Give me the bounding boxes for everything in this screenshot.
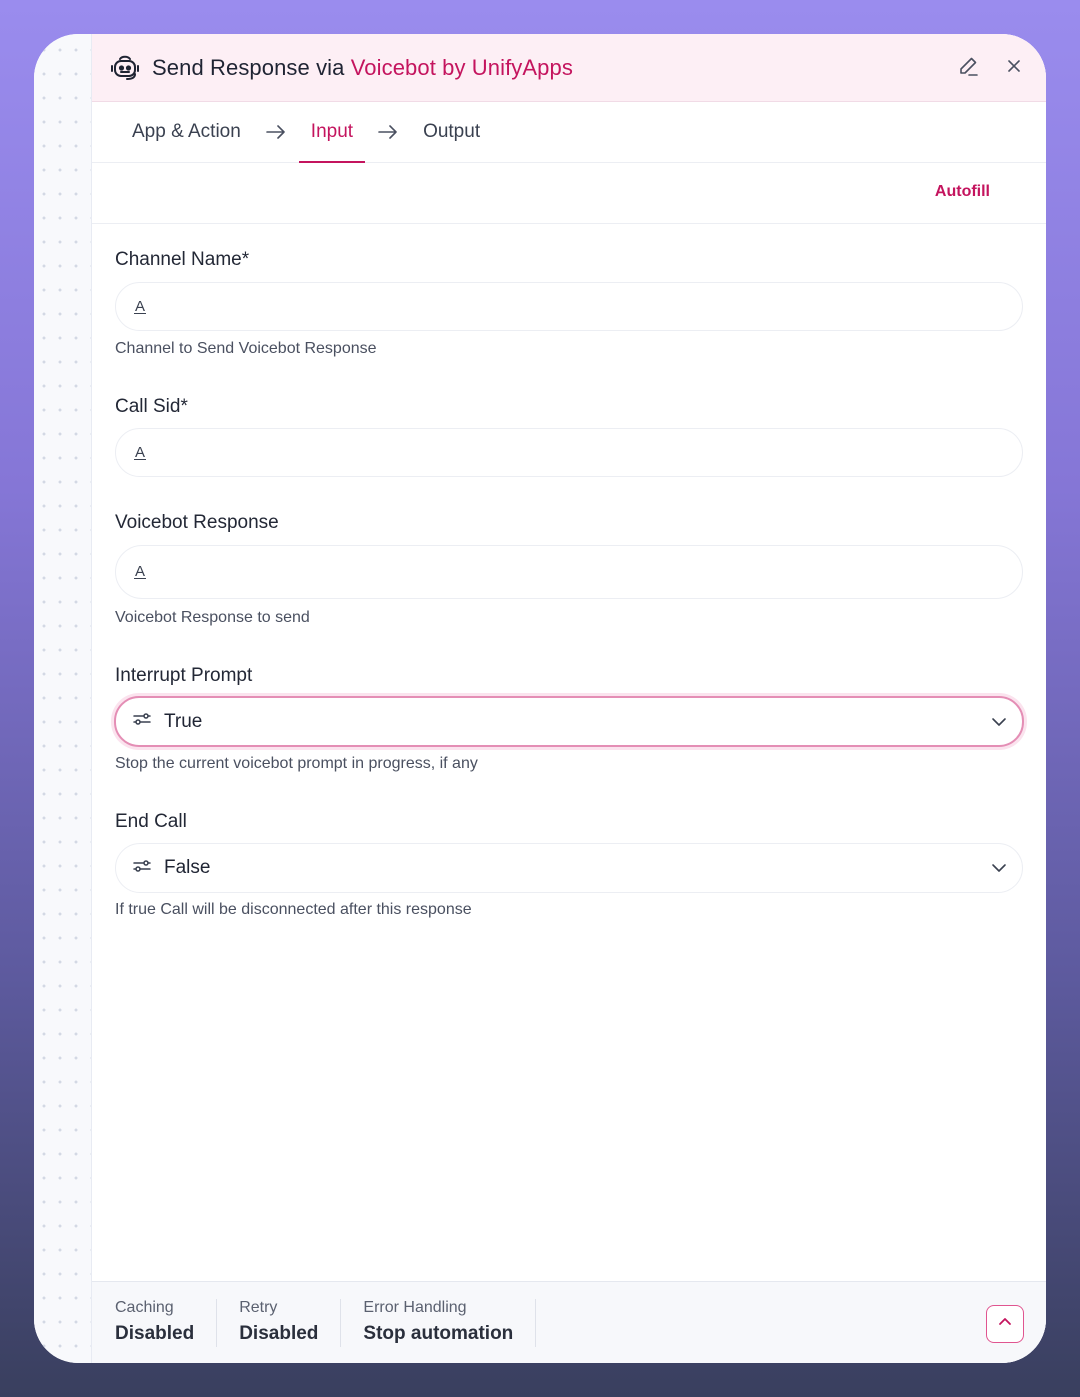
retry-value: Disabled — [239, 1322, 319, 1344]
end-call-label: End Call — [115, 811, 187, 832]
interrupt-prompt-label: Interrupt Prompt — [115, 665, 253, 686]
canvas-dot-grid — [34, 34, 92, 1363]
caching-label: Caching — [115, 1298, 174, 1316]
page-title: Send Response via Voicebot by UnifyApps — [152, 55, 573, 81]
caching-setting[interactable]: Caching Disabled — [115, 1298, 218, 1347]
tab-app-action[interactable]: App & Action — [120, 102, 253, 163]
step-tabs: App & Action Input Output — [92, 102, 1046, 163]
interrupt-prompt-hint: Stop the current voicebot prompt in prog… — [115, 755, 478, 772]
expand-footer-button[interactable] — [986, 1305, 1024, 1343]
caching-value: Disabled — [115, 1322, 195, 1344]
voicebot-response-label: Voicebot Response — [115, 512, 279, 533]
error-handling-setting[interactable]: Error Handling Stop automation — [363, 1298, 537, 1347]
interrupt-prompt-value: True — [164, 710, 203, 732]
end-call-value: False — [164, 857, 211, 878]
chevron-down-icon — [990, 713, 1008, 736]
text-type-icon: A — [134, 563, 147, 580]
app-window: Send Response via Voicebot by UnifyApps … — [34, 34, 1046, 1363]
title-prefix: Send Response via — [152, 54, 351, 80]
autofill-button[interactable]: Autofill — [935, 183, 990, 201]
channel-name-label: Channel Name* — [115, 249, 250, 270]
voicebot-response-input[interactable]: A — [115, 545, 1023, 599]
options-icon — [132, 711, 152, 732]
channel-name-hint: Channel to Send Voicebot Response — [115, 340, 377, 357]
tab-input[interactable]: Input — [298, 102, 366, 163]
voicebot-response-hint: Voicebot Response to send — [115, 609, 310, 626]
interrupt-prompt-select[interactable]: True — [114, 696, 1024, 747]
end-call-hint: If true Call will be disconnected after … — [115, 901, 472, 918]
arrow-right-icon — [265, 124, 287, 140]
end-call-select[interactable]: False — [115, 843, 1023, 893]
chevron-down-icon — [990, 859, 1008, 882]
channel-name-input[interactable]: A — [115, 282, 1023, 331]
close-icon[interactable] — [1002, 54, 1026, 78]
autofill-bar: Autofill — [92, 163, 1046, 224]
settings-footer: Caching Disabled Retry Disabled Error Ha… — [92, 1281, 1046, 1363]
options-icon — [132, 858, 152, 879]
call-sid-label: Call Sid* — [115, 396, 188, 417]
retry-setting[interactable]: Retry Disabled — [239, 1298, 342, 1347]
text-type-icon: A — [134, 443, 147, 461]
bot-icon — [108, 51, 142, 85]
error-handling-value: Stop automation — [363, 1322, 514, 1344]
call-sid-input[interactable]: A — [115, 428, 1023, 477]
arrow-right-icon — [377, 124, 399, 140]
title-brand: Voicebot by UnifyApps — [350, 54, 573, 80]
text-type-icon: A — [134, 297, 147, 315]
step-config-panel: Send Response via Voicebot by UnifyApps … — [92, 34, 1046, 1363]
retry-label: Retry — [239, 1298, 278, 1316]
edit-icon[interactable] — [956, 54, 980, 78]
panel-header: Send Response via Voicebot by UnifyApps — [92, 34, 1046, 102]
chevron-up-icon — [997, 1314, 1013, 1335]
error-handling-label: Error Handling — [363, 1298, 467, 1316]
tab-output[interactable]: Output — [411, 102, 492, 163]
